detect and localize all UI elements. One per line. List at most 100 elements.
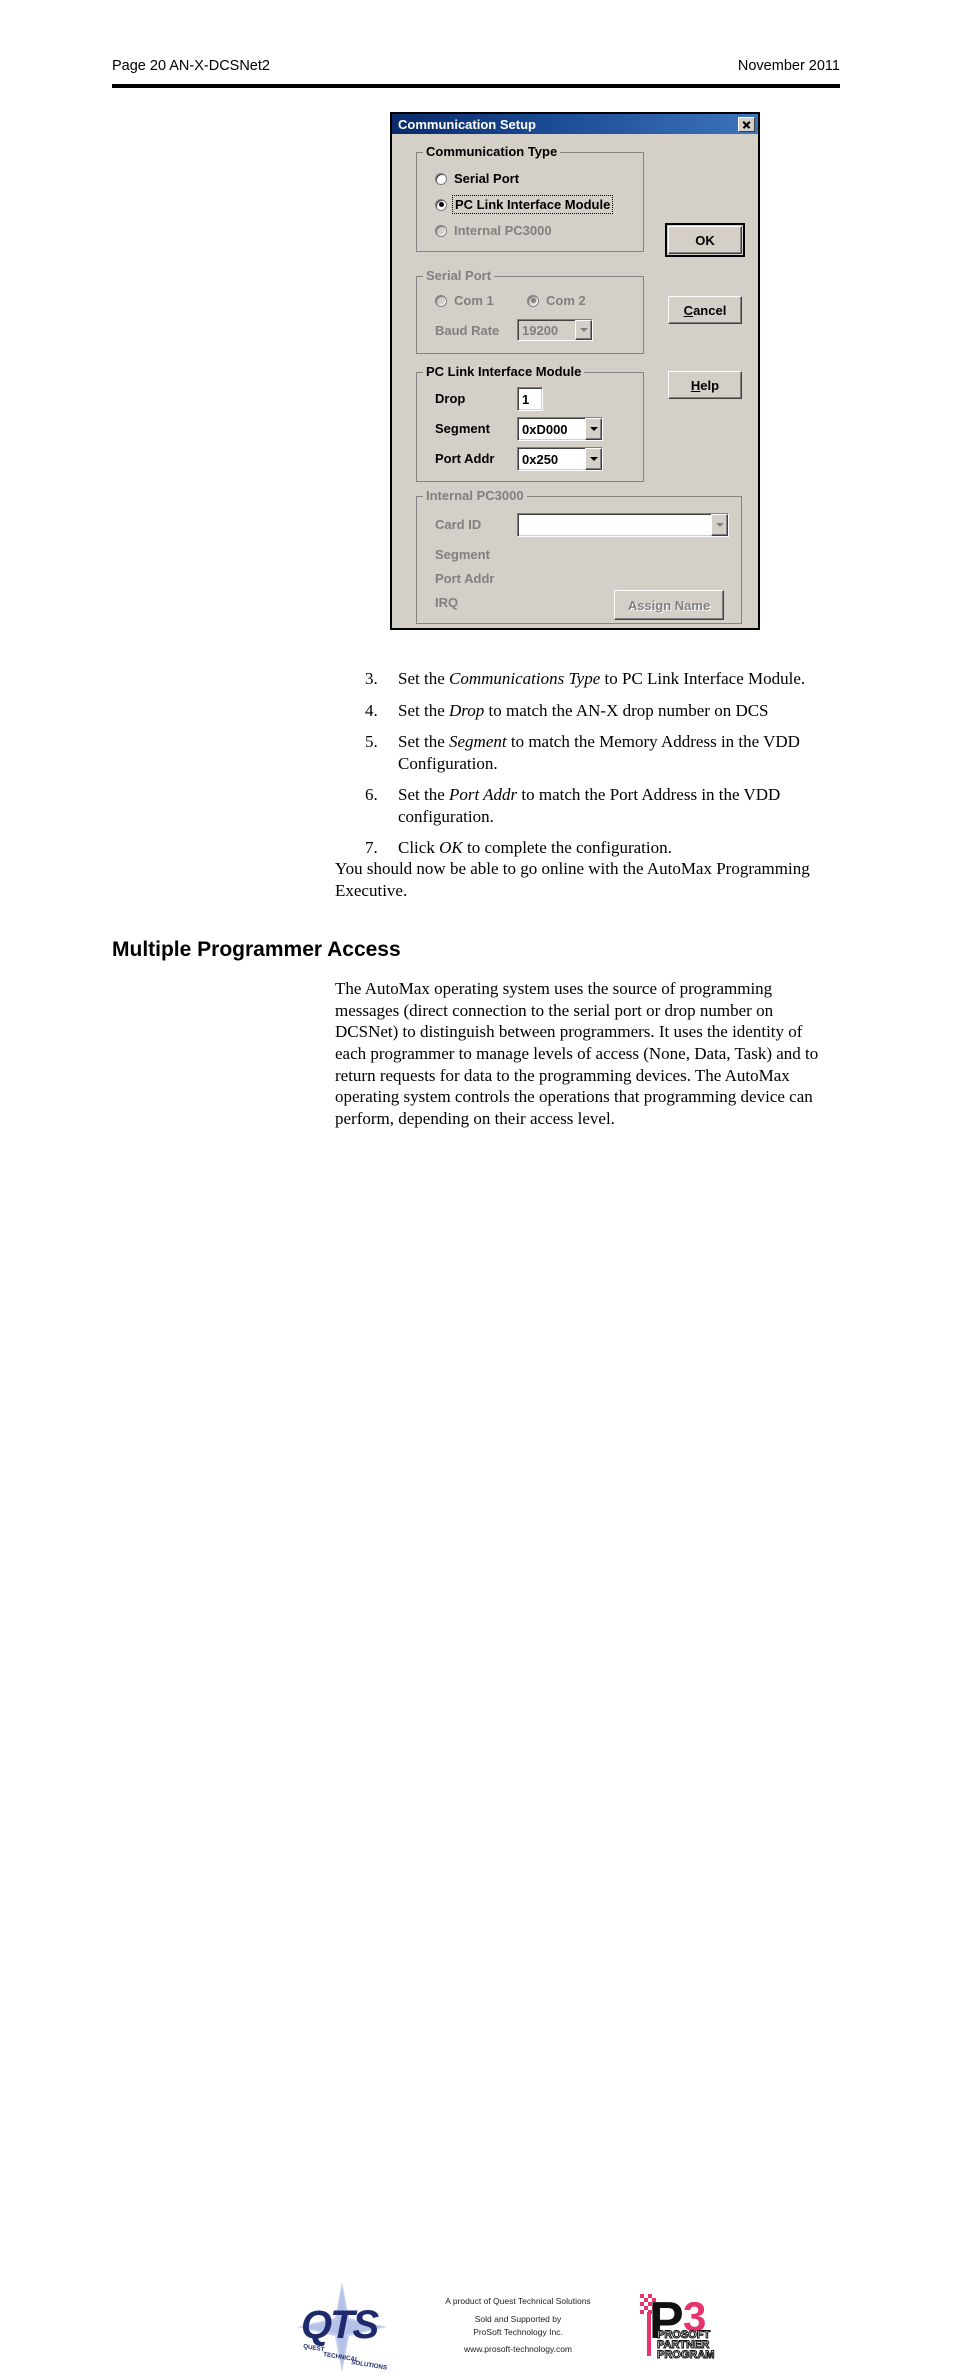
section-body-paragraph: The AutoMax operating system uses the so… xyxy=(335,979,819,1129)
footer-line-4: www.prosoft-technology.com xyxy=(463,2344,573,2355)
list-item-number: 6. xyxy=(365,785,378,805)
cancel-button-accelerator: C xyxy=(683,302,694,318)
assign-name-label: Assign Name xyxy=(627,597,711,613)
segment-value: 0xD000 xyxy=(522,421,568,437)
radio-com1-indicator xyxy=(435,294,447,307)
p3-line-program: PROGRAM xyxy=(657,2349,714,2361)
drop-label: Drop xyxy=(435,391,466,406)
dialog-titlebar[interactable]: Communication Setup xyxy=(392,114,758,134)
footer-line-2: Sold and Supported by xyxy=(474,2313,562,2324)
port-addr-value: 0x250 xyxy=(522,451,559,467)
list-item-text-pre: Set the xyxy=(398,785,449,805)
chevron-down-icon[interactable] xyxy=(585,448,602,470)
pc-link-interface-module-group: PC Link Interface Module Drop 1 Segment … xyxy=(416,364,644,482)
list-item-text-pre: Click xyxy=(398,838,440,858)
header-divider-rule xyxy=(112,84,840,88)
cancel-button-label: ancel xyxy=(693,302,727,318)
p3-prosoft-partner-program-logo: P 3 PROSOFT PARTNER PROGRAM xyxy=(633,2290,725,2362)
port-addr-label: Port Addr xyxy=(435,451,495,466)
internal-pc3000-legend: Internal PC3000 xyxy=(423,488,527,503)
pc-link-legend: PC Link Interface Module xyxy=(423,364,585,379)
help-button[interactable]: Help xyxy=(668,371,742,399)
radio-internal-pc3000: Internal PC3000 xyxy=(435,223,552,238)
segment-combo[interactable]: 0xD000 xyxy=(517,417,603,441)
drop-value: 1 xyxy=(522,391,530,407)
footer-line-1: A product of Quest Technical Solutions xyxy=(445,2296,591,2306)
list-item-text-emphasis: Port Addr xyxy=(449,785,518,805)
radio-internal-pc3000-label: Internal PC3000 xyxy=(454,223,552,238)
internal-port-addr-label: Port Addr xyxy=(435,571,495,586)
list-item-text-post: to match the AN-X drop number on DCS xyxy=(484,700,769,720)
dialog-body: Communication Type Serial Port PC Link I… xyxy=(392,134,758,628)
list-item-text-emphasis: Communications Type xyxy=(449,669,601,688)
chevron-down-icon xyxy=(711,514,728,536)
page-header-right: November 2011 xyxy=(737,58,840,74)
serial-port-legend: Serial Port xyxy=(423,268,495,283)
dialog-title: Communication Setup xyxy=(398,116,536,132)
serial-port-group: Serial Port Com 1 Com 2 Baud Rate 19200 xyxy=(416,268,644,354)
radio-pc-link-interface-module-label: PC Link Interface Module xyxy=(451,195,614,214)
radio-pc-link-interface-module-indicator xyxy=(435,198,447,211)
card-id-label: Card ID xyxy=(435,517,482,532)
list-item-number: 5. xyxy=(365,732,378,752)
page-header: Page 20 AN-X-DCSNet2 November 2011 xyxy=(112,58,840,84)
list-item-text-emphasis: Drop xyxy=(449,700,485,720)
radio-serial-port[interactable]: Serial Port xyxy=(435,171,519,186)
list-item: 3. Set the Communications Type to PC Lin… xyxy=(365,668,835,690)
qts-tagline-solutions: SOLUTIONS xyxy=(351,2359,388,2372)
internal-segment-label: Segment xyxy=(435,547,490,562)
assign-name-button: Assign Name xyxy=(614,590,724,620)
radio-com2-indicator xyxy=(527,294,539,307)
cancel-button[interactable]: Cancel xyxy=(668,296,742,324)
page-footer: QTS QUEST TECHNICAL SOLUTIONS A product … xyxy=(0,1140,954,2372)
qts-logo: QTS QUEST TECHNICAL SOLUTIONS xyxy=(293,2282,391,2372)
list-item-text-emphasis: OK xyxy=(439,838,463,858)
radio-com1-label: Com 1 xyxy=(454,293,494,308)
list-item: 7. Click OK to complete the configuratio… xyxy=(365,837,835,859)
segment-label: Segment xyxy=(435,421,490,436)
chevron-down-icon[interactable] xyxy=(585,418,602,440)
list-item-text-pre: Set the xyxy=(398,732,449,752)
chevron-down-icon xyxy=(575,320,592,340)
radio-serial-port-indicator xyxy=(435,172,447,185)
list-item-number: 4. xyxy=(365,700,378,720)
list-item-text-emphasis: Segment xyxy=(449,732,507,752)
ok-button-label: OK xyxy=(695,232,715,248)
svg-text:QTS: QTS xyxy=(301,2303,380,2347)
footer-line-3: ProSoft Technology Inc. xyxy=(473,2326,563,2337)
list-item: 5. Set the Segment to match the Memory A… xyxy=(365,731,835,774)
list-item-text-pre: Set the xyxy=(398,669,449,688)
drop-input[interactable]: 1 xyxy=(517,387,543,411)
radio-com2-label: Com 2 xyxy=(546,293,586,308)
radio-serial-port-label: Serial Port xyxy=(454,171,520,186)
radio-pc-link-interface-module[interactable]: PC Link Interface Module xyxy=(435,195,614,214)
ok-button[interactable]: OK xyxy=(665,223,745,257)
help-button-accelerator: H xyxy=(690,377,701,393)
page-header-left: Page 20 AN-X-DCSNet2 xyxy=(112,58,270,74)
section-heading: Multiple Programmer Access xyxy=(112,938,401,961)
radio-com2: Com 2 xyxy=(527,293,586,308)
close-icon[interactable] xyxy=(738,116,755,132)
help-button-label: elp xyxy=(700,377,720,393)
communication-type-legend: Communication Type xyxy=(423,144,561,159)
list-item-number: 7. xyxy=(365,838,378,858)
numbered-steps-list: 3. Set the Communications Type to PC Lin… xyxy=(365,668,835,869)
list-item-number: 3. xyxy=(365,669,378,688)
port-addr-combo[interactable]: 0x250 xyxy=(517,447,603,471)
irq-label: IRQ xyxy=(435,595,459,610)
communication-type-group: Communication Type Serial Port PC Link I… xyxy=(416,144,644,252)
list-item: 6. Set the Port Addr to match the Port A… xyxy=(365,784,835,827)
paragraph-after-list: You should now be able to go online with… xyxy=(335,859,810,900)
card-id-combo xyxy=(517,513,729,537)
baud-rate-label: Baud Rate xyxy=(435,323,500,338)
radio-internal-pc3000-indicator xyxy=(435,224,447,237)
list-item-text-post: to complete the configuration. xyxy=(462,838,672,858)
list-item-text-post: to PC Link Interface Module. xyxy=(600,669,806,688)
baud-rate-value: 19200 xyxy=(522,322,559,338)
footer-credit-text: A product of Quest Technical Solutions S… xyxy=(432,2295,604,2356)
list-item: 4. Set the Drop to match the AN-X drop n… xyxy=(365,700,835,722)
baud-rate-combo: 19200 xyxy=(517,319,593,341)
radio-com1: Com 1 xyxy=(435,293,494,308)
list-item-text-pre: Set the xyxy=(398,700,449,720)
communication-setup-dialog: Communication Setup Communication Type S… xyxy=(390,112,760,630)
